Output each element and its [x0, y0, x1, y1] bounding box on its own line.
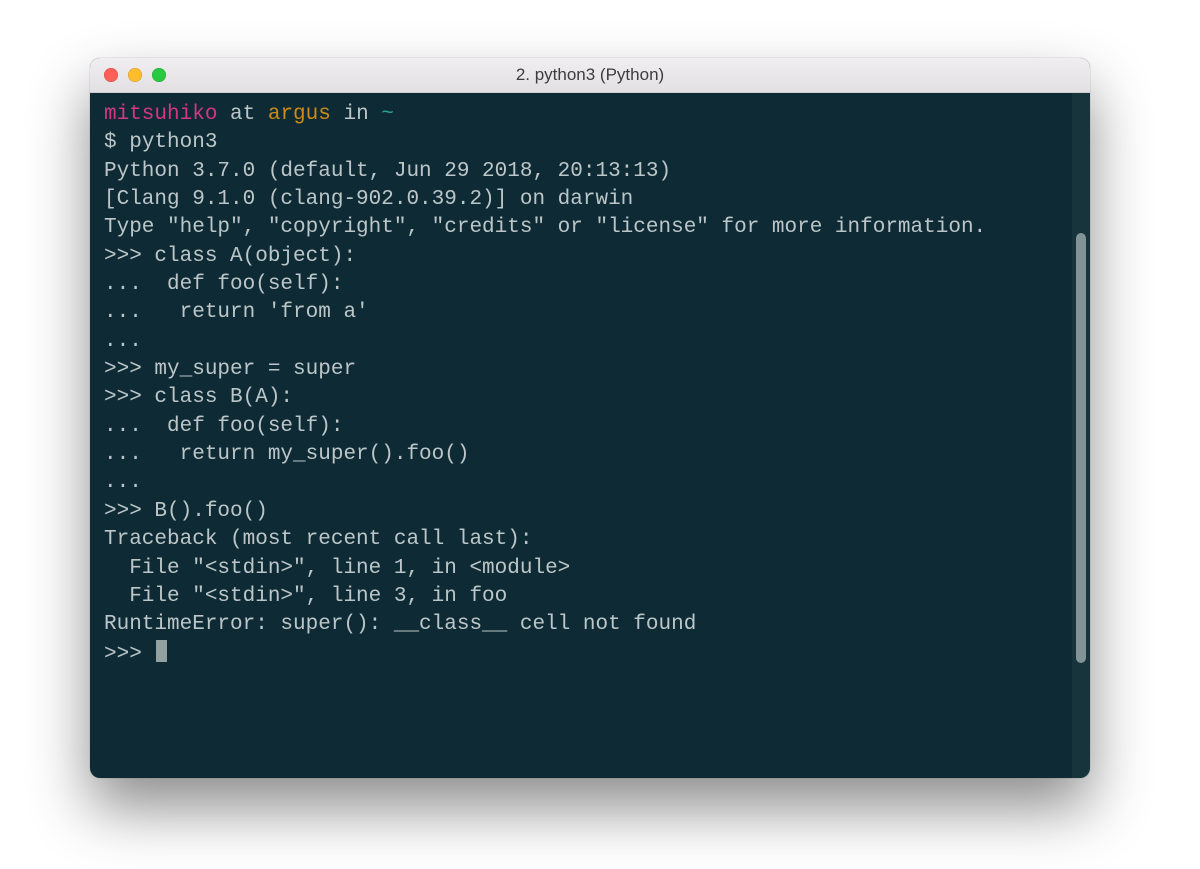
repl-line: ... return my_super().foo() — [104, 443, 469, 466]
prompt-in: in — [331, 103, 381, 126]
repl-line: ... def foo(self): — [104, 415, 343, 438]
traceback-line: File "<stdin>", line 1, in <module> — [104, 557, 570, 580]
close-icon[interactable] — [104, 68, 118, 82]
traceback-line: Traceback (most recent call last): — [104, 528, 532, 551]
python-banner-line: Python 3.7.0 (default, Jun 29 2018, 20:1… — [104, 160, 671, 183]
cursor-icon — [156, 640, 167, 662]
zoom-icon[interactable] — [152, 68, 166, 82]
shell-command: python3 — [129, 131, 217, 154]
prompt-at: at — [217, 103, 267, 126]
prompt-user: mitsuhiko — [104, 103, 217, 126]
titlebar: 2. python3 (Python) — [90, 58, 1090, 93]
repl-line: >>> class A(object): — [104, 245, 356, 268]
repl-line: >>> class B(A): — [104, 386, 293, 409]
scrollbar-track[interactable] — [1072, 93, 1090, 778]
repl-line: ... def foo(self): — [104, 273, 343, 296]
repl-prompt: >>> — [104, 643, 154, 666]
terminal-window: 2. python3 (Python) mitsuhiko at argus i… — [90, 58, 1090, 778]
python-banner-line: Type "help", "copyright", "credits" or "… — [104, 216, 986, 239]
repl-line: ... — [104, 330, 142, 353]
traffic-lights — [90, 68, 166, 82]
scrollbar-thumb[interactable] — [1076, 233, 1086, 663]
traceback-line: File "<stdin>", line 3, in foo — [104, 585, 507, 608]
shell-prompt: $ — [104, 131, 129, 154]
minimize-icon[interactable] — [128, 68, 142, 82]
repl-line: ... — [104, 471, 142, 494]
terminal-content[interactable]: mitsuhiko at argus in ~ $ python3 Python… — [90, 93, 1072, 778]
python-banner-line: [Clang 9.1.0 (clang-902.0.39.2)] on darw… — [104, 188, 633, 211]
window-title: 2. python3 (Python) — [90, 65, 1090, 85]
error-line: RuntimeError: super(): __class__ cell no… — [104, 613, 696, 636]
prompt-cwd: ~ — [381, 103, 394, 126]
repl-line: >>> B().foo() — [104, 500, 268, 523]
repl-line: ... return 'from a' — [104, 301, 369, 324]
repl-line: >>> my_super = super — [104, 358, 356, 381]
prompt-host: argus — [268, 103, 331, 126]
